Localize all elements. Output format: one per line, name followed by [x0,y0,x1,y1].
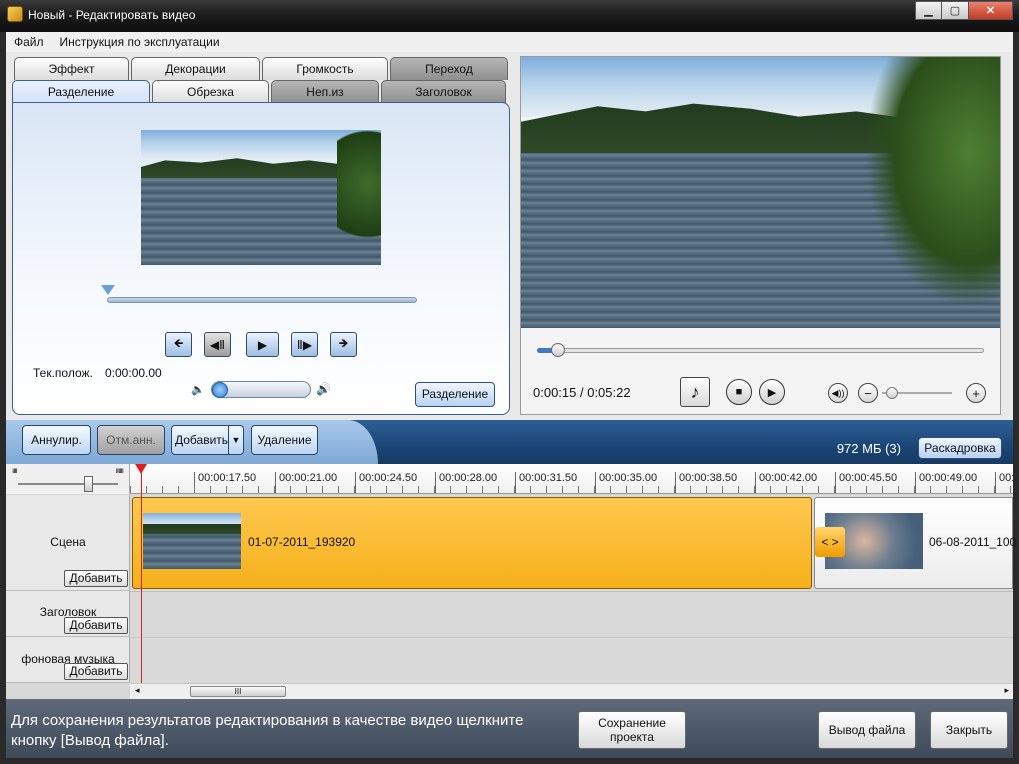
add-music-button[interactable]: Добавить [64,663,128,680]
audio-icon[interactable]: ◀)) [828,383,848,403]
split-button[interactable]: Разделение [415,382,495,407]
row-title: Заголовок Добавить [6,591,130,637]
clip-1-thumbnail [143,513,241,569]
tab-volume[interactable]: Громкость [262,57,388,80]
menu-file[interactable]: Файл [14,35,44,49]
delete-button[interactable]: Удаление [251,425,318,455]
music-note-icon[interactable]: ♪ [680,377,710,407]
tab-transition[interactable]: Переход [390,57,508,80]
preview-play-button[interactable]: ▶ [759,379,785,405]
play-button[interactable]: ▶ [246,332,279,357]
tabs-row-2: Разделение Обрезка Неп.из Заголовок [12,80,508,104]
tab-decorations[interactable]: Декорации [131,57,260,80]
add-button[interactable]: Добавить ▼ [171,425,244,455]
zoom-small-icon: ıııı [12,466,18,475]
close-window-icon[interactable]: ✕ [969,1,1013,20]
maximize-icon[interactable]: ▢ [942,1,969,20]
timeline-zoom-knob[interactable] [84,476,93,492]
stop-button[interactable]: ■ [726,379,752,405]
app-icon [7,6,23,22]
volume-low-icon: 🔈 [191,384,205,396]
storyboard-button[interactable]: Раскадровка [918,437,1002,459]
zoom-knob[interactable] [886,387,898,399]
title-bar: Новый - Редактировать видео ▁ ▢ ✕ [0,0,1019,32]
split-panel: 🡸 ◀Ⅱ ▶ Ⅱ▶ 🡺 Тек.полож. 0:00:00.00 🔈 🔊 Ра… [12,102,510,415]
add-title-button[interactable]: Добавить [64,617,128,634]
window-frame: Файл Инструкция по эксплуатации Эффект Д… [6,32,1017,758]
timeline-ruler: 00:00:17.50 00:00:21.00 00:00:24.50 00:0… [130,464,1013,494]
timeline-zoom: ıııı ıııııı [6,464,130,494]
save-project-line2: проекта [610,730,654,744]
go-start-button[interactable]: 🡸 [165,332,192,357]
tab-split[interactable]: Разделение [12,80,150,104]
chevron-down-icon[interactable]: ▼ [228,426,243,454]
split-position-marker[interactable] [101,285,115,295]
ruler-minor-ticks [130,486,1013,493]
window-title: Новый - Редактировать видео [28,8,196,22]
clip-1-name: 01-07-2011_193920 [248,535,356,549]
preview-progress-track[interactable] [537,348,984,353]
zoom-in-icon[interactable]: + [966,383,986,403]
volume-high-icon: 🔊 [316,382,331,396]
save-project-button[interactable]: Сохранение проекта [578,711,686,749]
preview-progress-knob[interactable] [551,343,565,357]
window-controls: ▁ ▢ ✕ [915,1,1013,20]
preview-time: 0:00:15 / 0:05:22 [533,385,631,400]
save-project-line1: Сохранение [598,716,666,730]
timeline-scrollbar[interactable]: ◂ III ▸ [130,683,1013,699]
redo-button[interactable]: Отм.анн. [97,425,165,455]
tab-effect[interactable]: Эффект [14,57,129,80]
close-button[interactable]: Закрыть [930,711,1008,749]
preview-panel: 0:00:15 / 0:05:22 ♪ ■ ▶ ◀)) − + [520,56,1001,415]
add-scene-button[interactable]: Добавить [64,570,128,587]
undo-button[interactable]: Аннулир. [22,425,91,455]
playhead[interactable] [141,464,142,684]
bottom-bar: Для сохранения результатов редактировани… [6,699,1013,758]
clip-2-name: 06-08-2011_100 [929,535,1017,549]
minimize-icon[interactable]: ▁ [915,1,942,20]
go-end-button[interactable]: 🡺 [330,332,357,357]
scene-clip-1[interactable]: 01-07-2011_193920 [132,497,812,589]
tab-continuous[interactable]: Неп.из [271,80,379,103]
volume-knob[interactable] [212,382,228,398]
step-back-button[interactable]: ◀Ⅱ [204,332,231,357]
time-current: 0:00:15 [533,385,577,400]
scroll-right-icon[interactable]: ▸ [1004,685,1009,696]
timeline-zoom-track[interactable] [18,483,118,485]
time-total: 0:05:22 [587,385,631,400]
menu-bar: Файл Инструкция по эксплуатации [6,32,1013,52]
tab-title[interactable]: Заголовок [381,80,506,103]
step-forward-button[interactable]: Ⅱ▶ [291,332,318,357]
split-preview-image [141,130,381,265]
storage-info: 972 МБ (3) [836,441,901,456]
preview-video [521,57,1000,328]
track-area: 01-07-2011_193920 06-08-2011_100 < > [130,495,1017,683]
tab-trim[interactable]: Обрезка [152,80,269,103]
transition-marker[interactable]: < > [815,527,845,557]
position-label: Тек.полож. [33,366,93,380]
tabs-row-1: Эффект Декорации Громкость Переход [14,57,510,80]
scroll-left-icon[interactable]: ◂ [135,685,140,696]
time-separator: / [576,385,588,400]
row-music: фоновая музыка Добавить [6,637,130,683]
zoom-out-icon[interactable]: − [858,383,878,403]
menu-manual[interactable]: Инструкция по эксплуатации [60,35,220,49]
add-button-label: Добавить [175,433,229,447]
timeline: ıııı ıııııı 00:00:17.50 00:00:21.00 00:0… [6,464,1017,699]
position-value: 0:00:00.00 [105,366,162,380]
zoom-large-icon: ıııııı [115,466,124,475]
scrollbar-thumb[interactable]: III [190,686,286,697]
row-scene-label: Сцена [50,535,86,549]
row-scene: Сцена Добавить [6,495,130,591]
help-message: Для сохранения результатов редактировани… [11,712,524,749]
output-file-button[interactable]: Вывод файла [818,711,916,749]
split-timeline-track[interactable] [107,297,417,303]
